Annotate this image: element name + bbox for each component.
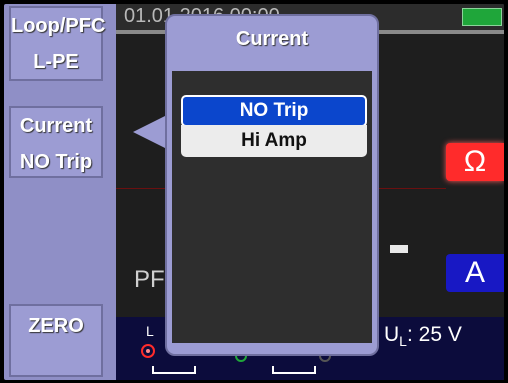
- zero-button[interactable]: ZERO: [9, 304, 103, 377]
- terminal-l-icon: [141, 344, 155, 358]
- current-unit-button[interactable]: A: [446, 254, 504, 292]
- option-no-trip[interactable]: NO Trip: [181, 95, 367, 127]
- current-mode-button[interactable]: Current NO Trip: [9, 106, 103, 178]
- current-label-top: Current: [19, 115, 93, 137]
- popup-title: Current: [235, 28, 309, 50]
- connection-bracket: [152, 366, 196, 374]
- device-screen: Loop/PFC L-PE Current NO Trip ZERO 01.01…: [4, 4, 504, 380]
- function-label-top: Loop/PFC: [11, 15, 106, 37]
- voltage-limit-label: UL: 25 V: [384, 323, 462, 349]
- popup-pointer: [133, 116, 165, 148]
- resistance-unit-button[interactable]: Ω: [446, 143, 504, 181]
- current-mode-popup: Current NO Trip Hi Amp: [165, 14, 379, 356]
- ul-subscript: L: [399, 333, 407, 350]
- pf-label: PF: [134, 266, 165, 293]
- ul-prefix: U: [384, 323, 400, 346]
- ul-value: : 25 V: [406, 323, 462, 346]
- option-list: NO Trip Hi Amp: [172, 71, 372, 343]
- terminal-l-label: L: [146, 323, 154, 339]
- current-label-bottom: NO Trip: [19, 151, 93, 173]
- zero-label: ZERO: [28, 315, 84, 337]
- option-hi-amp[interactable]: Hi Amp: [181, 125, 367, 157]
- result-dash: [390, 245, 408, 253]
- function-loop-pfc-button[interactable]: Loop/PFC L-PE: [9, 6, 106, 81]
- function-label-bottom: L-PE: [33, 51, 79, 73]
- battery-full-icon: [462, 8, 502, 26]
- connection-bracket: [272, 366, 316, 374]
